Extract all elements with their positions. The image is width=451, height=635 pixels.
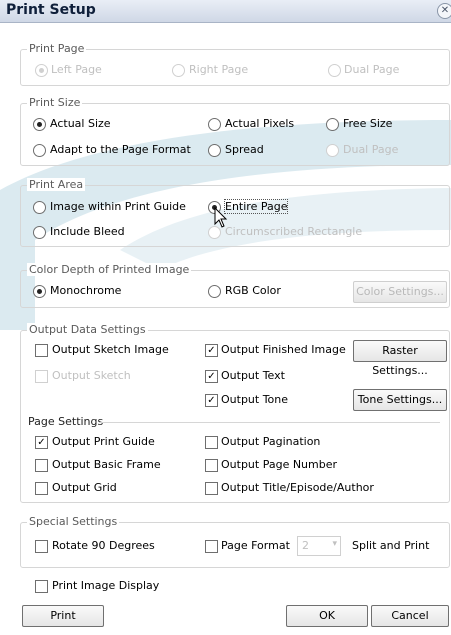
- tone-settings-button[interactable]: Tone Settings...: [353, 389, 447, 411]
- page-settings-heading: Page Settings: [28, 415, 104, 428]
- output-finished-image-label: Output Finished Image: [221, 343, 346, 356]
- right-page-radio[interactable]: [172, 64, 185, 77]
- color-depth-legend: Color Depth of Printed Image: [27, 263, 192, 276]
- page-format-label: Page Format: [221, 539, 290, 552]
- output-pagination-label: Output Pagination: [221, 435, 321, 448]
- page-format-value: 2: [302, 539, 309, 552]
- rotate-90-label: Rotate 90 Degrees: [52, 539, 155, 552]
- output-pagination-checkbox[interactable]: [205, 436, 218, 449]
- page-format-checkbox[interactable]: [205, 540, 218, 553]
- output-tone-checkbox[interactable]: ✓: [205, 394, 218, 407]
- print-page-legend: Print Page: [27, 42, 87, 55]
- actual-pixels-radio[interactable]: [208, 118, 221, 131]
- print-area-legend: Print Area: [27, 178, 86, 191]
- output-sketch-image-label: Output Sketch Image: [52, 343, 169, 356]
- output-print-guide-label: Output Print Guide: [52, 435, 155, 448]
- output-sketch-label: Output Sketch: [52, 369, 131, 382]
- mouse-cursor-icon: [214, 207, 228, 228]
- raster-settings-button[interactable]: Raster Settings...: [353, 340, 447, 377]
- free-size-label: Free Size: [343, 117, 393, 130]
- monochrome-label: Monochrome: [50, 284, 122, 297]
- dual-page-radio[interactable]: [328, 64, 341, 77]
- output-basic-frame-label: Output Basic Frame: [52, 458, 161, 471]
- actual-pixels-label: Actual Pixels: [225, 117, 295, 130]
- output-text-label: Output Text: [221, 369, 285, 382]
- adapt-page-format-label: Adapt to the Page Format: [50, 143, 191, 156]
- page-settings-divider: [100, 422, 440, 423]
- print-size-legend: Print Size: [27, 96, 83, 109]
- spread-radio[interactable]: [208, 144, 221, 157]
- left-page-label: Left Page: [51, 63, 102, 76]
- rgb-color-label: RGB Color: [225, 284, 281, 297]
- output-finished-image-checkbox[interactable]: ✓: [205, 344, 218, 357]
- cancel-button[interactable]: Cancel: [371, 605, 449, 627]
- ok-button[interactable]: OK: [286, 605, 368, 627]
- spread-label: Spread: [225, 143, 264, 156]
- include-bleed-radio[interactable]: [33, 226, 46, 239]
- output-title-episode-author-label: Output Title/Episode/Author: [221, 481, 374, 494]
- output-grid-label: Output Grid: [52, 481, 117, 494]
- special-settings-legend: Special Settings: [27, 515, 120, 528]
- dialog-title: Print Setup: [6, 2, 96, 18]
- print-image-display-label: Print Image Display: [52, 579, 160, 592]
- actual-size-radio[interactable]: [33, 118, 46, 131]
- print-size-group: Print Size: [20, 96, 450, 166]
- split-and-print-label: Split and Print: [352, 539, 430, 552]
- dual-page-label: Dual Page: [344, 63, 400, 76]
- output-print-guide-checkbox[interactable]: ✓: [35, 436, 48, 449]
- chevron-down-icon: ▾: [332, 539, 337, 549]
- monochrome-radio[interactable]: [33, 285, 46, 298]
- left-page-radio[interactable]: [35, 64, 48, 77]
- free-size-radio[interactable]: [326, 118, 339, 131]
- include-bleed-label: Include Bleed: [50, 225, 125, 238]
- output-sketch-checkbox[interactable]: [35, 370, 48, 383]
- output-grid-checkbox[interactable]: [35, 482, 48, 495]
- output-basic-frame-checkbox[interactable]: [35, 459, 48, 472]
- size-dual-page-label: Dual Page: [343, 143, 399, 156]
- title-bar: Print Setup ✕: [0, 0, 451, 23]
- rotate-90-checkbox[interactable]: [35, 540, 48, 553]
- color-settings-button[interactable]: Color Settings...: [353, 281, 447, 303]
- output-page-number-label: Output Page Number: [221, 458, 338, 471]
- output-text-checkbox[interactable]: ✓: [205, 370, 218, 383]
- right-page-label: Right Page: [189, 63, 249, 76]
- print-button[interactable]: Print: [22, 605, 104, 627]
- rgb-color-radio[interactable]: [208, 285, 221, 298]
- output-page-number-checkbox[interactable]: [205, 459, 218, 472]
- output-data-legend: Output Data Settings: [27, 323, 148, 336]
- entire-page-label: Entire Page: [223, 199, 289, 214]
- circumscribed-rect-label: Circumscribed Rectangle: [225, 225, 363, 238]
- size-dual-page-radio[interactable]: [326, 144, 339, 157]
- output-sketch-image-checkbox[interactable]: [35, 344, 48, 357]
- actual-size-label: Actual Size: [50, 117, 111, 130]
- output-title-episode-author-checkbox[interactable]: [205, 482, 218, 495]
- print-image-display-checkbox[interactable]: [35, 580, 48, 593]
- page-format-select[interactable]: 2 ▾: [297, 536, 341, 556]
- adapt-page-format-radio[interactable]: [33, 144, 46, 157]
- image-within-guide-radio[interactable]: [33, 201, 46, 214]
- image-within-guide-label: Image within Print Guide: [50, 200, 186, 213]
- close-icon[interactable]: ✕: [437, 3, 451, 19]
- output-tone-label: Output Tone: [221, 393, 289, 406]
